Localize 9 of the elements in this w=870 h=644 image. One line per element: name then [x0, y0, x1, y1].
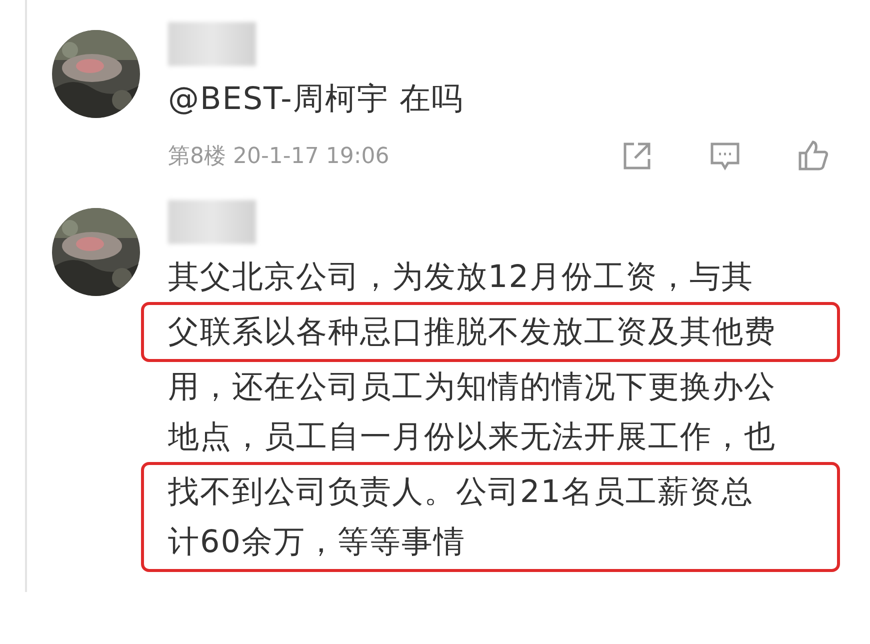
comment-text: 找不到公司负责人。公司21名员工薪资总	[168, 473, 754, 512]
comment-text: 用，还在公司员工为知情的情况下更换办公	[168, 368, 777, 407]
comment-text: @BEST-周柯宇 在吗	[168, 80, 465, 119]
comment-text: 地点，员工自一月份以来无法开展工作，也	[168, 418, 777, 457]
thumbs-up-icon[interactable]	[796, 139, 830, 173]
floor-timestamp: 第8楼 20-1-17 19:06	[168, 143, 390, 171]
comment-text: 计60余万，等等事情	[168, 523, 466, 562]
comment-text: 父联系以各种忌口推脱不发放工资及其他费	[168, 313, 777, 352]
comment-text: 其父北京公司，为发放12月份工资，与其	[168, 258, 754, 297]
